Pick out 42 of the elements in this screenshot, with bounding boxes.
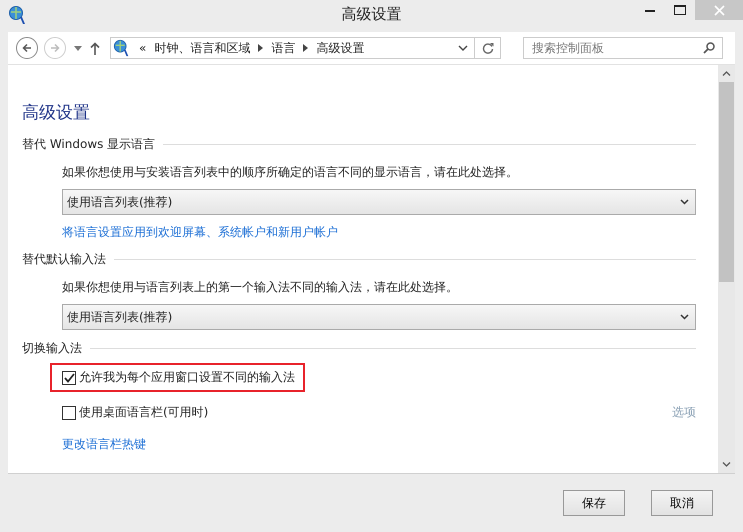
close-icon	[714, 4, 724, 16]
page-heading: 高级设置	[22, 102, 91, 124]
section-title: 替代 Windows 显示语言	[22, 136, 156, 153]
chevron-down-icon	[680, 314, 689, 320]
chevron-right-icon[interactable]	[258, 44, 264, 52]
section-title: 切换输入法	[22, 340, 82, 357]
checkbox[interactable]	[62, 370, 76, 384]
scroll-up-icon	[722, 71, 731, 76]
scroll-down-icon	[722, 462, 731, 467]
settings-link[interactable]: 更改语言栏热键	[62, 437, 146, 451]
chevron-down-icon[interactable]	[458, 45, 468, 51]
forward-arrow-icon	[50, 43, 60, 53]
path-overflow[interactable]: «	[139, 41, 146, 55]
scrollbar[interactable]	[718, 65, 735, 473]
chevron-right-icon[interactable]	[303, 44, 308, 52]
breadcrumb[interactable]: 时钟、语言和区域	[154, 40, 250, 56]
back-arrow-icon	[22, 43, 32, 53]
language-dropdown[interactable]: 使用语言列表(推荐)	[62, 304, 696, 330]
minimize-icon	[645, 8, 655, 12]
checkbox[interactable]	[62, 406, 76, 420]
back-button[interactable]	[16, 37, 38, 59]
checkbox-label[interactable]: 使用桌面语言栏(可用时)	[79, 404, 208, 421]
settings-link[interactable]: 将语言设置应用到欢迎屏幕、系统帐户和新用户帐户	[62, 225, 338, 239]
checkbox-label[interactable]: 允许我为每个应用窗口设置不同的输入法	[79, 369, 295, 386]
description-text: 如果你想使用与安装语言列表中的顺序所确定的语言不同的显示语言，请在此处选择。	[62, 164, 519, 181]
breadcrumb[interactable]: 语言	[271, 40, 296, 56]
refresh-button[interactable]	[475, 37, 501, 59]
maximize-icon	[674, 5, 686, 15]
breadcrumb[interactable]: 高级设置	[316, 40, 364, 56]
chevron-down-icon	[680, 199, 689, 205]
search-icon	[703, 42, 715, 54]
search-field[interactable]: 搜索控制面板	[523, 37, 723, 59]
refresh-icon	[482, 42, 494, 54]
up-arrow-icon[interactable]	[90, 42, 100, 54]
cancel-button[interactable]: 取消	[651, 490, 713, 516]
window-title: 高级设置	[342, 5, 402, 24]
language-dropdown[interactable]: 使用语言列表(推荐)	[62, 189, 696, 215]
dropdown-caret-icon[interactable]	[74, 46, 82, 50]
address-bar[interactable]: « 时钟、语言和区域 语言 高级设置	[110, 37, 475, 59]
description-text: 如果你想使用与语言列表上的第一个输入法不同的输入法，请在此处选择。	[62, 279, 459, 296]
section-title: 替代默认输入法	[22, 251, 106, 268]
save-button[interactable]: 保存	[563, 490, 625, 516]
